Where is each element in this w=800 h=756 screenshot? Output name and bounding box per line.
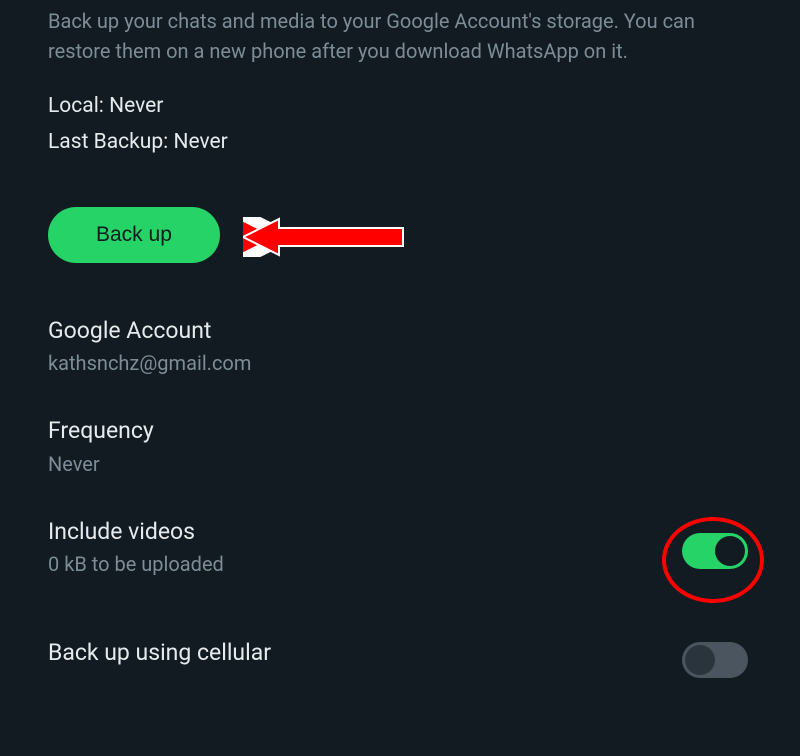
- annotation-arrow-icon: [243, 217, 423, 257]
- include-videos-subtitle: 0 kB to be uploaded: [48, 552, 682, 576]
- toggle-knob-icon: [715, 536, 745, 566]
- include-videos-title: Include videos: [48, 516, 682, 548]
- backup-button[interactable]: Back up: [48, 207, 220, 263]
- last-backup-status: Last Backup: Never: [48, 126, 752, 160]
- cellular-setting[interactable]: Back up using cellular: [48, 632, 752, 678]
- backup-description: Back up your chats and media to your Goo…: [48, 6, 752, 66]
- frequency-title: Frequency: [48, 415, 752, 447]
- include-videos-toggle[interactable]: [682, 533, 748, 569]
- google-account-value: kathsnchz@gmail.com: [48, 351, 752, 375]
- cellular-toggle[interactable]: [682, 642, 748, 678]
- include-videos-setting[interactable]: Include videos 0 kB to be uploaded: [48, 516, 752, 576]
- local-backup-status: Local: Never: [48, 90, 752, 124]
- google-account-title: Google Account: [48, 315, 752, 347]
- google-account-setting[interactable]: Google Account kathsnchz@gmail.com: [48, 315, 752, 375]
- toggle-knob-icon: [685, 645, 715, 675]
- frequency-value: Never: [48, 452, 752, 476]
- cellular-title: Back up using cellular: [48, 637, 682, 669]
- frequency-setting[interactable]: Frequency Never: [48, 415, 752, 475]
